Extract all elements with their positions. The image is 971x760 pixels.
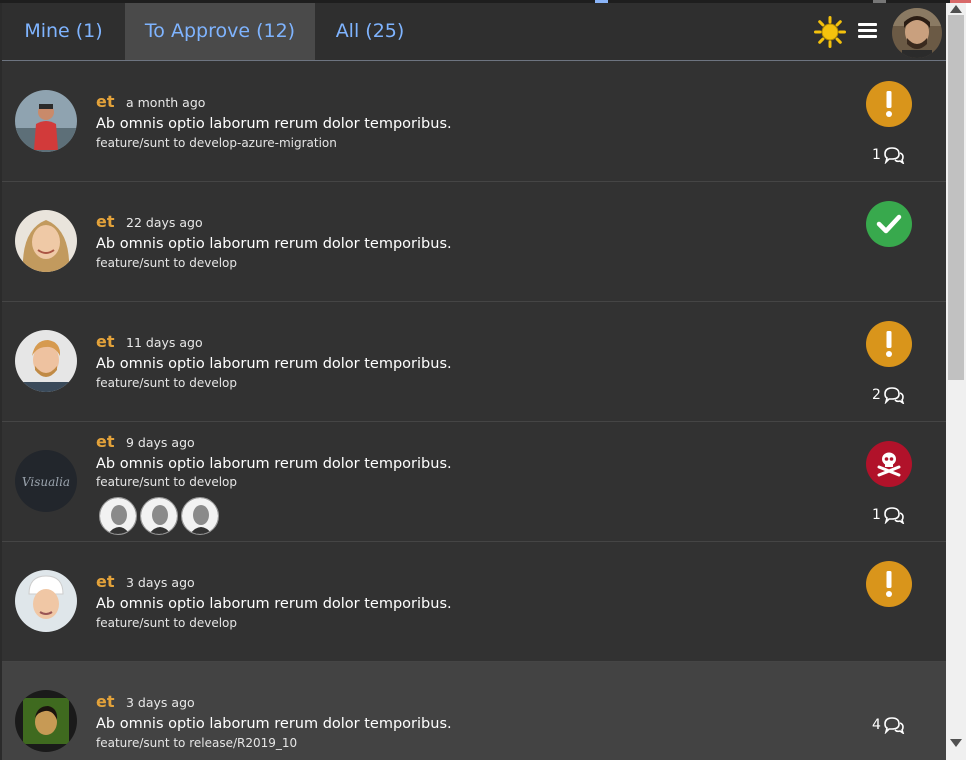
- author-name: et: [96, 212, 115, 231]
- warning-status-icon: [866, 321, 912, 367]
- pr-branch: feature/sunt to develop: [96, 256, 237, 270]
- author-name: et: [96, 432, 115, 451]
- pull-request-row[interactable]: et a month ago Ab omnis optio laborum re…: [2, 62, 946, 182]
- scroll-up-arrow-icon[interactable]: [950, 5, 962, 13]
- pr-title: Ab omnis optio laborum rerum dolor tempo…: [96, 356, 452, 372]
- comment-count: 1: [872, 146, 905, 164]
- comments-icon: [884, 507, 905, 524]
- pr-branch: feature/sunt to develop-azure-migration: [96, 136, 337, 150]
- pr-title: Ab omnis optio laborum rerum dolor tempo…: [96, 116, 452, 132]
- svg-text:Visualia: Visualia: [22, 475, 70, 489]
- timestamp: 22 days ago: [126, 215, 203, 230]
- hamburger-menu-icon[interactable]: [858, 23, 877, 39]
- pr-branch: feature/sunt to release/R2019_10: [96, 736, 298, 750]
- pr-title: Ab omnis optio laborum rerum dolor tempo…: [96, 596, 452, 612]
- pull-request-row[interactable]: et 3 days ago Ab omnis optio laborum rer…: [2, 662, 946, 760]
- comment-count-value: 4: [872, 717, 881, 733]
- author-avatar: [15, 690, 77, 752]
- pull-request-list: et a month ago Ab omnis optio laborum re…: [2, 62, 946, 760]
- author-name: et: [96, 332, 115, 351]
- tab-to-approve[interactable]: To Approve (12): [125, 3, 315, 60]
- reviewer-avatar[interactable]: [99, 497, 137, 535]
- pull-request-row[interactable]: et 11 days ago Ab omnis optio laborum re…: [2, 302, 946, 422]
- pr-title: Ab omnis optio laborum rerum dolor tempo…: [96, 456, 452, 472]
- comments-icon: [884, 717, 905, 734]
- pr-title: Ab omnis optio laborum rerum dolor tempo…: [96, 236, 452, 252]
- sun-icon[interactable]: [814, 16, 846, 48]
- comment-count-value: 1: [872, 147, 881, 163]
- author-avatar: [15, 90, 77, 152]
- timestamp: 3 days ago: [126, 575, 195, 590]
- pull-request-popup: Mine (1) To Approve (12) All (25) et a m…: [2, 3, 946, 760]
- tab-mine[interactable]: Mine (1): [2, 3, 125, 60]
- comments-icon: [884, 147, 905, 164]
- pull-request-row[interactable]: et 22 days ago Ab omnis optio laborum re…: [2, 182, 946, 302]
- comment-count-value: 2: [872, 387, 881, 403]
- header-bar: Mine (1) To Approve (12) All (25): [2, 3, 946, 61]
- warning-status-icon: [866, 81, 912, 127]
- timestamp: a month ago: [126, 95, 206, 110]
- comment-count-value: 1: [872, 507, 881, 523]
- approved-status-icon: [866, 201, 912, 247]
- timestamp: 11 days ago: [126, 335, 203, 350]
- timestamp: 9 days ago: [126, 435, 195, 450]
- scroll-down-arrow-icon[interactable]: [950, 739, 962, 747]
- reviewer-avatar[interactable]: [181, 497, 219, 535]
- author-name: et: [96, 572, 115, 591]
- author-avatar: [15, 210, 77, 272]
- comment-count: 4: [872, 716, 905, 734]
- author-name: et: [96, 692, 115, 711]
- reviewer-avatar[interactable]: [140, 497, 178, 535]
- author-name: et: [96, 92, 115, 111]
- reviewer-list: [99, 497, 219, 535]
- scrollbar-thumb[interactable]: [948, 15, 964, 380]
- pr-branch: feature/sunt to develop: [96, 376, 237, 390]
- timestamp: 3 days ago: [126, 695, 195, 710]
- pull-request-row[interactable]: et 3 days ago Ab omnis optio laborum rer…: [2, 542, 946, 662]
- pr-title: Ab omnis optio laborum rerum dolor tempo…: [96, 716, 452, 732]
- pull-request-row[interactable]: Visualia et 9 days ago Ab omnis optio la…: [2, 422, 946, 542]
- warning-status-icon: [866, 561, 912, 607]
- comment-count: 1: [872, 506, 905, 524]
- vertical-scrollbar[interactable]: [946, 3, 971, 760]
- rejected-skull-icon: [866, 441, 912, 487]
- author-avatar: [15, 570, 77, 632]
- scrollbar-edge: [966, 3, 971, 760]
- pr-branch: feature/sunt to develop: [96, 475, 237, 489]
- tab-all[interactable]: All (25): [315, 3, 425, 60]
- author-avatar: Visualia: [15, 450, 77, 512]
- author-avatar: [15, 330, 77, 392]
- comment-count: 2: [872, 386, 905, 404]
- comments-icon: [884, 387, 905, 404]
- pr-branch: feature/sunt to develop: [96, 616, 237, 630]
- current-user-avatar[interactable]: [892, 8, 942, 58]
